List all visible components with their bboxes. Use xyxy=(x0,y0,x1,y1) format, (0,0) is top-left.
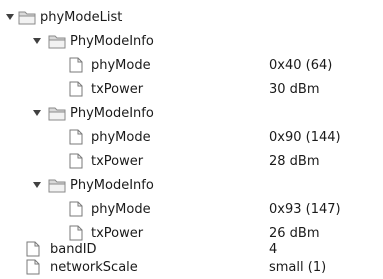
file-icon xyxy=(67,153,85,169)
tree-node-label: PhyModeInfo xyxy=(70,106,154,121)
tree-node-label: PhyModeInfo xyxy=(70,34,154,49)
expand-arrow-icon[interactable] xyxy=(33,182,41,188)
tree-node-label: PhyModeInfo xyxy=(70,178,154,193)
data-tree: phyModeList PhyModeInfo phyMode 0x40 (64… xyxy=(0,0,383,278)
field-label: txPower xyxy=(91,226,144,241)
field-label: phyMode xyxy=(91,58,151,73)
file-icon xyxy=(67,201,85,217)
field-value: 26 dBm xyxy=(269,226,320,241)
file-icon xyxy=(67,129,85,145)
folder-open-icon xyxy=(18,9,36,25)
tree-field-txpower[interactable]: txPower 30 dBm xyxy=(0,80,383,100)
tree-node-phymodeinfo[interactable]: PhyModeInfo xyxy=(0,104,383,124)
folder-open-icon xyxy=(48,105,66,121)
tree-node-phymodeinfo[interactable]: PhyModeInfo xyxy=(0,176,383,196)
file-icon xyxy=(24,241,42,257)
folder-open-icon xyxy=(48,177,66,193)
folder-open-icon xyxy=(48,33,66,49)
field-label: txPower xyxy=(91,82,144,97)
tree-field-phymode[interactable]: phyMode 0x90 (144) xyxy=(0,128,383,148)
file-icon xyxy=(67,225,85,241)
field-label: bandID xyxy=(50,242,97,257)
tree-field-bandid[interactable]: bandID 4 xyxy=(0,240,383,260)
field-label: phyMode xyxy=(91,202,151,217)
field-value: 28 dBm xyxy=(269,154,320,169)
field-value: 4 xyxy=(269,242,278,257)
field-label: phyMode xyxy=(91,130,151,145)
field-value: 0x90 (144) xyxy=(269,130,341,145)
expand-arrow-icon[interactable] xyxy=(33,110,41,116)
field-label: networkScale xyxy=(50,260,138,275)
expand-arrow-icon[interactable] xyxy=(6,14,14,20)
tree-field-networkscale[interactable]: networkScale small (1) xyxy=(0,258,383,278)
file-icon xyxy=(67,81,85,97)
field-value: small (1) xyxy=(269,260,327,275)
field-value: 0x40 (64) xyxy=(269,58,333,73)
field-value: 0x93 (147) xyxy=(269,202,341,217)
file-icon xyxy=(67,57,85,73)
tree-field-txpower[interactable]: txPower 28 dBm xyxy=(0,152,383,172)
tree-node-phymodelist[interactable]: phyModeList xyxy=(0,8,383,28)
tree-field-phymode[interactable]: phyMode 0x40 (64) xyxy=(0,56,383,76)
tree-field-phymode[interactable]: phyMode 0x93 (147) xyxy=(0,200,383,220)
tree-node-label: phyModeList xyxy=(40,10,123,25)
tree-node-phymodeinfo[interactable]: PhyModeInfo xyxy=(0,32,383,52)
file-icon xyxy=(24,259,42,275)
expand-arrow-icon[interactable] xyxy=(33,38,41,44)
field-label: txPower xyxy=(91,154,144,169)
field-value: 30 dBm xyxy=(269,82,320,97)
